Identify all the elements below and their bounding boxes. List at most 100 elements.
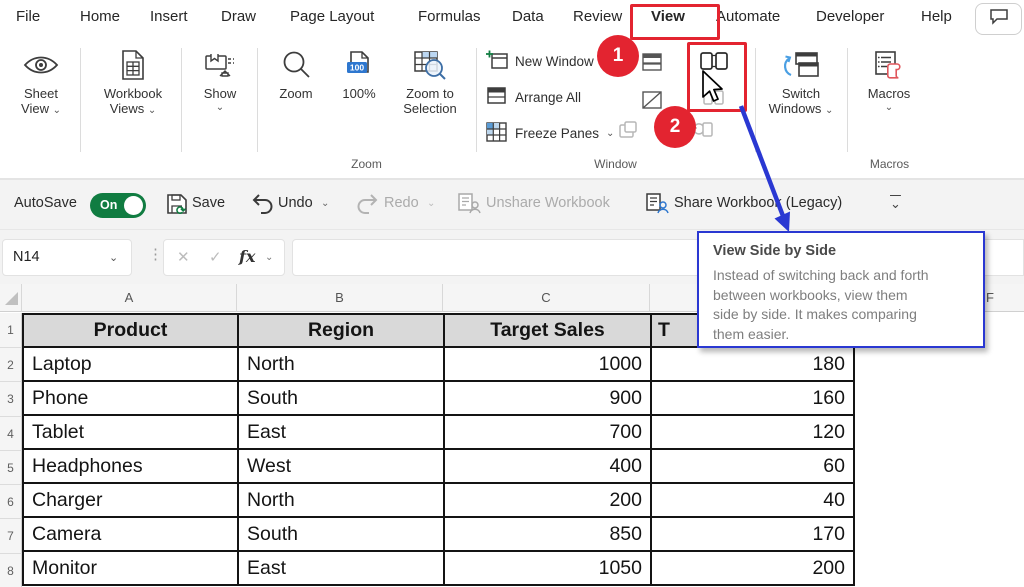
sheet-view-button[interactable]: Sheet View ⌄ [4, 46, 78, 116]
workbook-views-label: Workbook Views ⌄ [103, 86, 163, 116]
data-table: Product Region Target Sales T Laptop Nor… [22, 313, 855, 586]
cell-b6[interactable]: North [237, 482, 445, 518]
qat-overflow-icon[interactable]: ⌄ [890, 196, 901, 212]
cell-c6[interactable]: 200 [443, 482, 652, 518]
cell-d3[interactable]: 160 [650, 380, 855, 416]
workbook-views-button[interactable]: Workbook Views ⌄ [86, 46, 180, 116]
select-all-triangle-icon [5, 292, 18, 305]
unhide-button[interactable] [617, 120, 639, 145]
column-header-b[interactable]: B [237, 284, 443, 312]
magnifier-icon [281, 46, 311, 84]
cell-b8[interactable]: East [237, 550, 445, 586]
cell-b3[interactable]: South [237, 380, 445, 416]
row-number-2[interactable]: 2 [0, 348, 22, 382]
select-all-corner[interactable] [0, 284, 22, 312]
cell-d6[interactable]: 40 [650, 482, 855, 518]
tab-data[interactable]: Data [512, 8, 544, 25]
cell-c3[interactable]: 900 [443, 380, 652, 416]
row-number-4[interactable]: 4 [0, 417, 22, 451]
cell-d8[interactable]: 200 [650, 550, 855, 586]
toggle-knob [124, 196, 143, 215]
table-row: Laptop North 1000 180 [22, 346, 855, 382]
share-workbook-icon[interactable] [646, 193, 669, 219]
tab-draw[interactable]: Draw [221, 8, 256, 25]
tab-home[interactable]: Home [80, 8, 120, 25]
name-box[interactable]: N14 ⌄ [2, 239, 132, 276]
column-header-c[interactable]: C [443, 284, 650, 312]
split-button[interactable] [641, 52, 663, 77]
save-icon[interactable]: ⟳ [166, 193, 188, 220]
group-label-macros: Macros [869, 157, 910, 171]
save-label[interactable]: Save [192, 195, 225, 211]
page-100-icon: 100 [344, 46, 374, 84]
eye-icon [22, 46, 60, 84]
cell-b4[interactable]: East [237, 414, 445, 450]
row-number-5[interactable]: 5 [0, 451, 22, 485]
tab-help[interactable]: Help [921, 8, 952, 25]
cell-d7[interactable]: 170 [650, 516, 855, 552]
zoom-100-button[interactable]: 100 100% [332, 46, 386, 101]
undo-label[interactable]: Undo [278, 195, 313, 211]
comments-button[interactable] [975, 3, 1022, 35]
cell-b5[interactable]: West [237, 448, 445, 484]
name-box-value: N14 [13, 249, 40, 265]
macros-button[interactable]: Macros ⌄ [851, 46, 927, 113]
cell-b1[interactable]: Region [237, 313, 445, 348]
switch-windows-label: Switch Windows ⌄ [768, 86, 834, 116]
row-number-6[interactable]: 6 [0, 485, 22, 519]
share-workbook-label[interactable]: Share Workbook (Legacy) [674, 195, 842, 211]
cell-d2[interactable]: 180 [650, 346, 855, 382]
autosave-toggle[interactable]: On [90, 193, 146, 218]
cell-a6[interactable]: Charger [22, 482, 239, 518]
cell-c8[interactable]: 1050 [443, 550, 652, 586]
macros-icon [874, 46, 904, 84]
tooltip-body: Instead of switching back and forth betw… [713, 267, 929, 342]
tab-developer[interactable]: Developer [816, 8, 884, 25]
cell-a2[interactable]: Laptop [22, 346, 239, 382]
cell-b2[interactable]: North [237, 346, 445, 382]
fx-icon[interactable]: fx [239, 247, 255, 266]
fx-chevron-icon[interactable]: ⌄ [265, 252, 273, 263]
cell-c1[interactable]: Target Sales [443, 313, 652, 348]
row-number-7[interactable]: 7 [0, 519, 22, 554]
tab-insert[interactable]: Insert [150, 8, 188, 25]
undo-icon[interactable] [250, 193, 274, 220]
cell-c2[interactable]: 1000 [443, 346, 652, 382]
quick-access-toolbar: AutoSave On ⟳ Save Undo ⌄ Redo ⌄ Unshare… [0, 180, 1024, 229]
cell-a7[interactable]: Camera [22, 516, 239, 552]
namebox-resize-dots-icon[interactable]: ⋮ [148, 245, 163, 263]
cell-a8[interactable]: Monitor [22, 550, 239, 586]
row-number-1[interactable]: 1 [0, 313, 22, 348]
column-header-a[interactable]: A [22, 284, 237, 312]
show-button[interactable]: Show ⌄ [186, 46, 254, 113]
new-window-button[interactable]: New Window [486, 50, 594, 73]
cell-c7[interactable]: 850 [443, 516, 652, 552]
row-number-8[interactable]: 8 [0, 554, 22, 587]
switch-windows-button[interactable]: Switch Windows ⌄ [756, 46, 846, 116]
cell-b7[interactable]: South [237, 516, 445, 552]
arrange-all-button[interactable]: Arrange All [486, 86, 581, 109]
workbook-views-icon [120, 46, 146, 84]
annotation-box-view-tab [630, 4, 720, 40]
tab-review[interactable]: Review [573, 8, 622, 25]
cell-a4[interactable]: Tablet [22, 414, 239, 450]
tab-file[interactable]: File [16, 8, 40, 25]
cell-d4[interactable]: 120 [650, 414, 855, 450]
zoom-button[interactable]: Zoom [262, 46, 330, 101]
row-number-3[interactable]: 3 [0, 382, 22, 417]
freeze-panes-button[interactable]: Freeze Panes ⌄ [486, 122, 614, 145]
cell-a5[interactable]: Headphones [22, 448, 239, 484]
undo-chevron-icon[interactable]: ⌄ [321, 198, 329, 209]
name-box-chevron-icon[interactable]: ⌄ [109, 251, 118, 264]
tab-page-layout[interactable]: Page Layout [290, 8, 374, 25]
zoom-to-selection-button[interactable]: Zoom to Selection [388, 46, 472, 116]
table-row: Phone South 900 160 [22, 380, 855, 416]
cell-d5[interactable]: 60 [650, 448, 855, 484]
cell-a3[interactable]: Phone [22, 380, 239, 416]
table-row: Tablet East 700 120 [22, 414, 855, 450]
cell-c4[interactable]: 700 [443, 414, 652, 450]
cell-a1[interactable]: Product [22, 313, 239, 348]
cell-c5[interactable]: 400 [443, 448, 652, 484]
tab-formulas[interactable]: Formulas [418, 8, 481, 25]
tab-automate[interactable]: Automate [716, 8, 780, 25]
